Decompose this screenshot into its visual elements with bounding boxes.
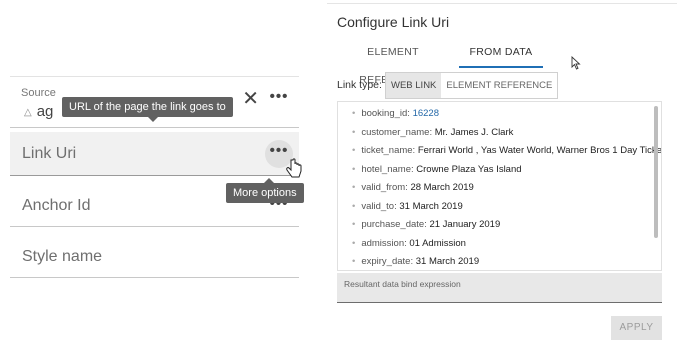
tab-element-reference[interactable]: ELEMENT REFERENCE (337, 38, 449, 86)
link-type-label: Link type: (337, 79, 382, 91)
source-value[interactable]: △ ag (24, 103, 53, 120)
source-label: Source (21, 87, 56, 99)
tab-from-data[interactable]: FROM DATA (459, 38, 543, 68)
clear-icon[interactable]: ✕ (242, 89, 259, 109)
list-item[interactable]: • ticket_name: Ferrari World , Yas Water … (352, 145, 661, 156)
source-tooltip: URL of the page the link goes to (62, 97, 233, 122)
link-type-toggle: WEB LINK ELEMENT REFERENCE (385, 72, 559, 99)
style-name-label: Style name (22, 248, 103, 265)
link-uri-label: Link Uri (22, 145, 77, 162)
data-bind-expression-field[interactable]: Resultant data bind expression (337, 273, 662, 303)
list-item[interactable]: • purchase_date: 21 January 2019 (352, 219, 500, 230)
dialog-title: Configure Link Uri (337, 14, 450, 30)
source-more-options-button[interactable]: ••• (267, 89, 291, 110)
hand-cursor-icon (286, 158, 302, 178)
link-type-web-link[interactable]: WEB LINK (386, 73, 442, 98)
list-item[interactable]: • customer_name: Mr. James J. Clark (352, 127, 513, 138)
apply-button[interactable]: APPLY (611, 316, 662, 340)
style-name-field[interactable]: Style name (10, 235, 299, 278)
triangle-icon: △ (24, 107, 32, 118)
more-options-tooltip: More options (226, 178, 304, 203)
list-item[interactable]: • hotel_name: Crowne Plaza Yas Island (352, 164, 522, 175)
list-item[interactable]: • valid_from: 28 March 2019 (352, 182, 474, 193)
source-value-text: ag (36, 103, 54, 120)
data-field-list: • booking_id: 16228 • customer_name: Mr. J… (337, 101, 662, 271)
link-uri-field[interactable]: Link Uri ••• (10, 132, 299, 176)
list-item[interactable]: • booking_id: 16228 (352, 108, 439, 119)
list-scrollbar[interactable] (654, 106, 658, 238)
list-item[interactable]: • expiry_date: 31 March 2019 (352, 256, 479, 267)
anchor-id-label: Anchor Id (22, 197, 91, 214)
arrow-cursor-icon (571, 56, 581, 70)
list-item[interactable]: • admission: 01 Admission (352, 238, 466, 249)
link-type-element-reference[interactable]: ELEMENT REFERENCE (441, 73, 557, 98)
dialog-top-border (327, 3, 677, 4)
data-bind-expression-placeholder: Resultant data bind expression (344, 279, 461, 289)
list-item[interactable]: • valid_to: 31 March 2019 (352, 201, 463, 212)
